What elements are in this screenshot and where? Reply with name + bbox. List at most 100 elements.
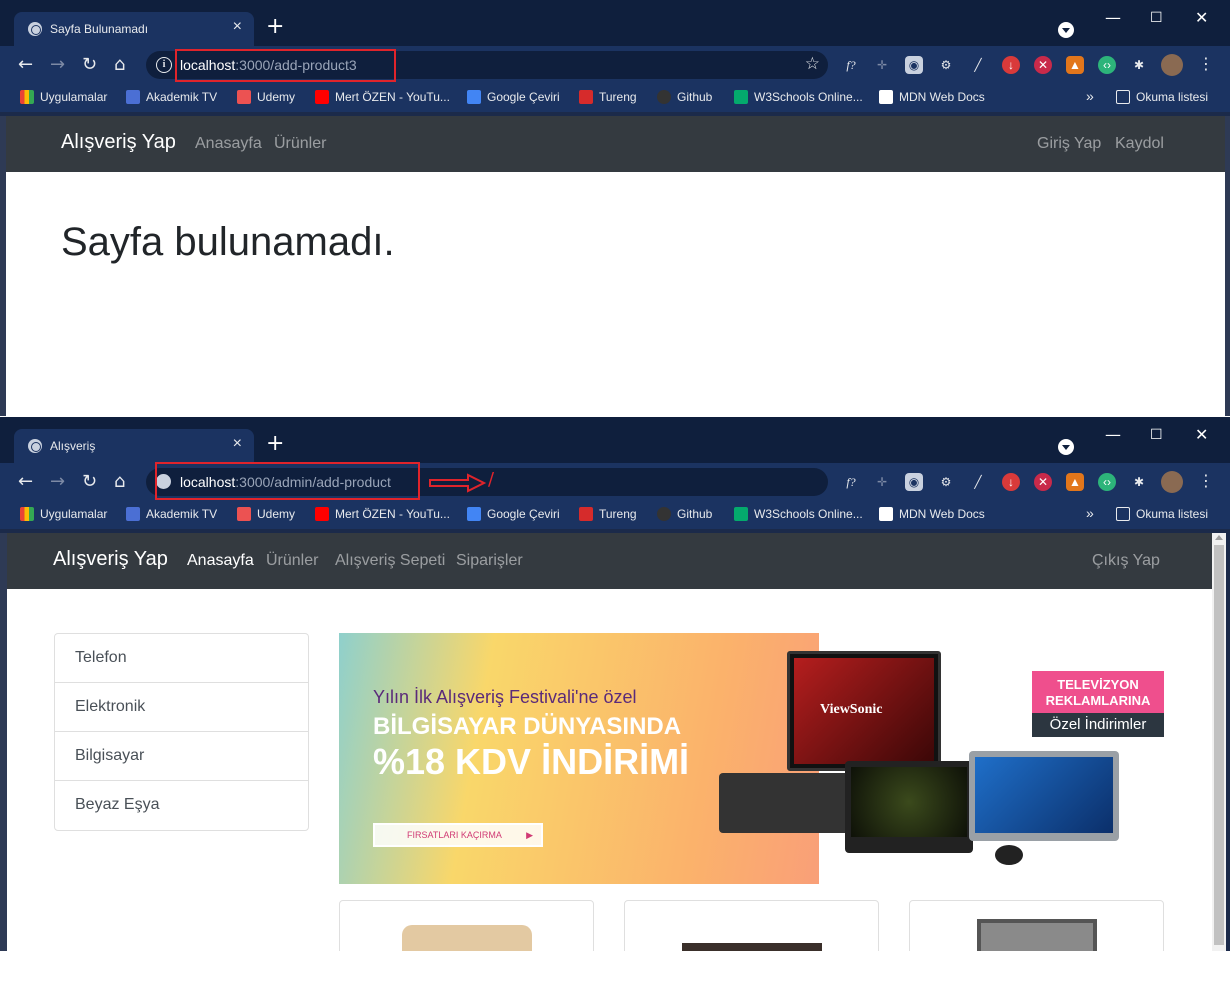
- bookmark-translate[interactable]: Google Çeviri: [467, 507, 560, 521]
- category-item[interactable]: Telefon: [55, 634, 308, 683]
- shield-extension-icon[interactable]: ✕: [1034, 56, 1052, 74]
- reading-list-icon: [1116, 507, 1130, 521]
- gear-extension-icon[interactable]: ⚙: [937, 473, 955, 491]
- bookmark-github[interactable]: Github: [657, 90, 712, 104]
- bookmark-apps[interactable]: Uygulamalar: [20, 507, 107, 521]
- camera-extension-icon[interactable]: ◉: [905, 56, 923, 74]
- bookmark-tureng[interactable]: Tureng: [579, 90, 637, 104]
- puzzle-extension-icon[interactable]: ✱: [1130, 56, 1148, 74]
- category-item[interactable]: Beyaz Eşya: [55, 781, 308, 830]
- scrollbar-thumb[interactable]: [1214, 545, 1224, 945]
- back-icon[interactable]: ←: [18, 54, 33, 75]
- banner-headline: BİLGİSAYAR DÜNYASINDA: [373, 713, 682, 740]
- bookmark-akademik[interactable]: Akademik TV: [126, 90, 217, 104]
- forward-icon[interactable]: →: [50, 471, 65, 492]
- tab-search-icon[interactable]: [1058, 22, 1074, 38]
- category-item[interactable]: Bilgisayar: [55, 732, 308, 781]
- bookmark-akademik[interactable]: Akademik TV: [126, 507, 217, 521]
- product-card[interactable]: [624, 900, 879, 951]
- reload-icon[interactable]: ↻: [82, 471, 97, 492]
- w3schools-icon: [734, 507, 748, 521]
- nav-link-sepet[interactable]: Alışveriş Sepeti: [335, 552, 445, 570]
- banner-cta-button[interactable]: FIRSATLARI KAÇIRMA ▶: [373, 823, 543, 847]
- nav-link-kaydol[interactable]: Kaydol: [1115, 135, 1164, 153]
- puzzle-extension-icon[interactable]: ✱: [1130, 473, 1148, 491]
- reading-list[interactable]: Okuma listesi: [1116, 90, 1208, 104]
- nav-link-urunler[interactable]: Ürünler: [266, 552, 318, 570]
- download-extension-icon[interactable]: ↓: [1002, 473, 1020, 491]
- minimize-button[interactable]: —: [1105, 8, 1121, 27]
- bookmark-apps[interactable]: Uygulamalar: [20, 90, 107, 104]
- nav-link-cikis[interactable]: Çıkış Yap: [1092, 552, 1160, 570]
- nav-link-anasayfa[interactable]: Anasayfa: [195, 135, 262, 153]
- formula-extension-icon[interactable]: f?: [842, 473, 860, 491]
- bookmark-github[interactable]: Github: [657, 507, 712, 521]
- pen-extension-icon[interactable]: ╱: [969, 473, 987, 491]
- avatar[interactable]: [1161, 471, 1183, 493]
- bookmark-w3schools[interactable]: W3Schools Online...: [734, 507, 863, 521]
- code-extension-icon[interactable]: ‹›: [1098, 56, 1116, 74]
- bookmark-w3schools[interactable]: W3Schools Online...: [734, 90, 863, 104]
- pen-extension-icon[interactable]: ╱: [969, 56, 987, 74]
- bookmark-tureng[interactable]: Tureng: [579, 507, 637, 521]
- avatar[interactable]: [1161, 54, 1183, 76]
- bookmark-youtube[interactable]: Mert ÖZEN - YouTu...: [315, 507, 450, 521]
- category-item[interactable]: Elektronik: [55, 683, 308, 732]
- bookmark-translate[interactable]: Google Çeviri: [467, 90, 560, 104]
- formula-extension-icon[interactable]: f?: [842, 56, 860, 74]
- nav-link-anasayfa[interactable]: Anasayfa: [187, 552, 254, 570]
- reading-list[interactable]: Okuma listesi: [1116, 507, 1208, 521]
- reload-icon[interactable]: ↻: [82, 54, 97, 75]
- scroll-up-icon[interactable]: [1215, 535, 1223, 540]
- nav-link-giris[interactable]: Giriş Yap: [1037, 135, 1101, 153]
- bookmark-udemy[interactable]: Udemy: [237, 507, 295, 521]
- home-icon[interactable]: ⌂: [114, 471, 125, 492]
- nav-link-siparisler[interactable]: Siparişler: [456, 552, 523, 570]
- maximize-button[interactable]: ☐: [1150, 10, 1163, 26]
- shield-extension-icon[interactable]: ✕: [1034, 473, 1052, 491]
- close-window-button[interactable]: ✕: [1195, 8, 1208, 27]
- camera-extension-icon[interactable]: ◉: [905, 473, 923, 491]
- more-bookmarks-icon[interactable]: »: [1086, 88, 1094, 104]
- code-extension-icon[interactable]: ‹›: [1098, 473, 1116, 491]
- maximize-button[interactable]: ☐: [1150, 427, 1163, 443]
- browser-tab[interactable]: Alışveriş ×: [14, 429, 254, 463]
- fox-extension-icon[interactable]: ▲: [1066, 56, 1084, 74]
- forward-icon[interactable]: →: [50, 54, 65, 75]
- navbar-brand[interactable]: Alışveriş Yap: [53, 548, 168, 571]
- info-icon[interactable]: i: [156, 57, 172, 73]
- tab-close-icon[interactable]: ×: [233, 18, 242, 36]
- new-tab-button[interactable]: +: [266, 431, 284, 456]
- minimize-button[interactable]: —: [1105, 425, 1121, 444]
- bookmark-star-icon[interactable]: ☆: [805, 54, 820, 74]
- close-window-button[interactable]: ✕: [1195, 425, 1208, 444]
- bookmark-mdn[interactable]: MDN Web Docs: [879, 90, 985, 104]
- youtube-icon: [315, 507, 329, 521]
- back-icon[interactable]: ←: [18, 471, 33, 492]
- mdn-icon: [879, 507, 893, 521]
- download-extension-icon[interactable]: ↓: [1002, 56, 1020, 74]
- gaming-laptop-image: [845, 761, 973, 853]
- home-icon[interactable]: ⌂: [114, 54, 125, 75]
- move-extension-icon[interactable]: ✛: [873, 473, 891, 491]
- tab-search-icon[interactable]: [1058, 439, 1074, 455]
- product-card[interactable]: [909, 900, 1164, 951]
- menu-icon[interactable]: ⋮: [1198, 54, 1214, 73]
- move-extension-icon[interactable]: ✛: [873, 56, 891, 74]
- new-tab-button[interactable]: +: [266, 14, 284, 39]
- gear-extension-icon[interactable]: ⚙: [937, 56, 955, 74]
- bookmark-udemy[interactable]: Udemy: [237, 90, 295, 104]
- scrollbar[interactable]: [1212, 533, 1226, 951]
- menu-icon[interactable]: ⋮: [1198, 471, 1214, 490]
- promo-banner[interactable]: Yılın İlk Alışveriş Festivali'ne özel Bİ…: [339, 633, 1164, 884]
- bookmark-youtube[interactable]: Mert ÖZEN - YouTu...: [315, 90, 450, 104]
- more-bookmarks-icon[interactable]: »: [1086, 505, 1094, 521]
- product-card[interactable]: [339, 900, 594, 951]
- browser-tab[interactable]: Sayfa Bulunamadı ×: [14, 12, 254, 46]
- nav-link-urunler[interactable]: Ürünler: [274, 135, 326, 153]
- tab-close-icon[interactable]: ×: [233, 435, 242, 453]
- tureng-icon: [579, 90, 593, 104]
- navbar-brand[interactable]: Alışveriş Yap: [61, 131, 176, 154]
- fox-extension-icon[interactable]: ▲: [1066, 473, 1084, 491]
- bookmark-mdn[interactable]: MDN Web Docs: [879, 507, 985, 521]
